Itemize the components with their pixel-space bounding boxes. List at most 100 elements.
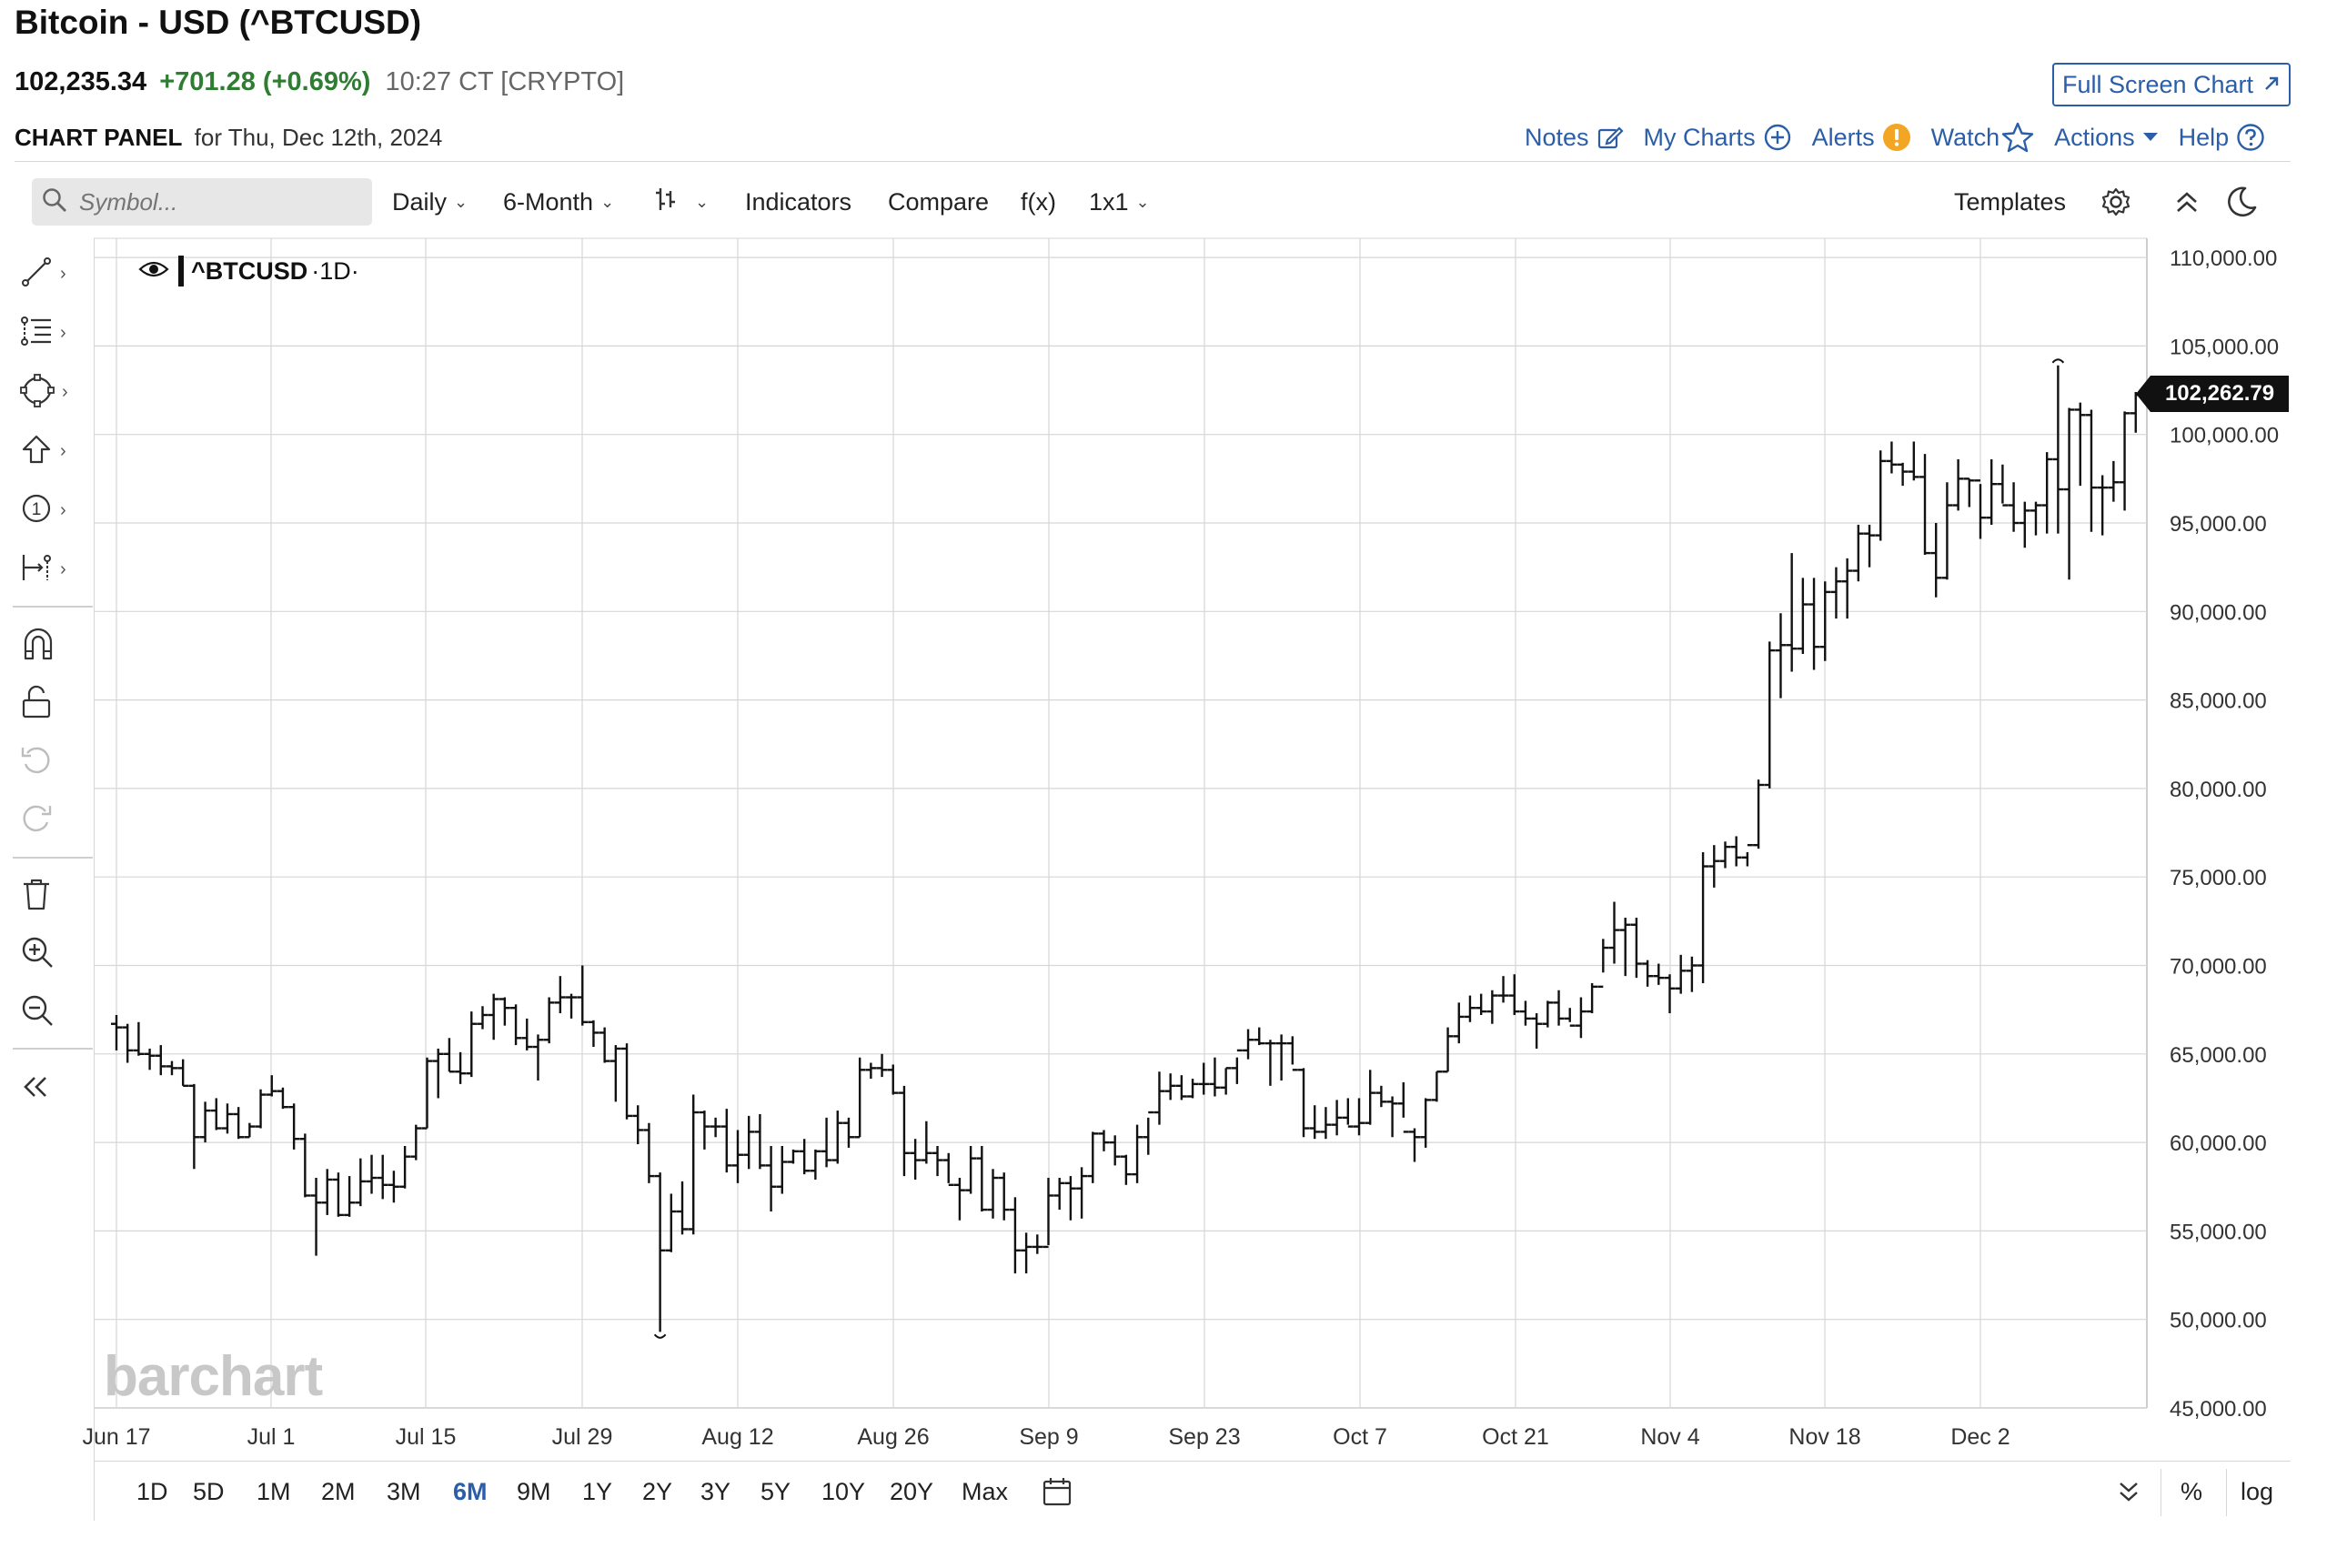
range-button-9m[interactable]: 9M — [517, 1462, 551, 1522]
ohlc-bar — [1175, 1075, 1187, 1101]
range-button-1m[interactable]: 1M — [257, 1462, 291, 1522]
ohlc-bar — [910, 1139, 922, 1180]
ohlc-bar — [1120, 1154, 1132, 1185]
ohlc-bar — [1375, 1085, 1387, 1108]
double-chevron-down-icon[interactable] — [2117, 1462, 2141, 1522]
ohlc-bar — [2074, 402, 2086, 487]
range-button-3m[interactable]: 3M — [387, 1462, 421, 1522]
ohlc-bar — [1542, 1000, 1554, 1028]
ohlc-bar — [221, 1103, 233, 1134]
range-button-10y[interactable]: 10Y — [821, 1462, 865, 1522]
ohlc-bar — [1009, 1197, 1021, 1274]
ohlc-bar — [233, 1107, 245, 1140]
ohlc-bar — [2019, 501, 2030, 548]
ohlc-bar — [277, 1087, 288, 1110]
ohlc-bar — [122, 1023, 134, 1063]
ohlc-bar — [1231, 1049, 1243, 1084]
legend-interval: ·1D· — [311, 256, 359, 285]
ohlc-bar — [577, 965, 589, 1026]
ohlc-bar — [1986, 458, 1998, 525]
ohlc-bar — [842, 1117, 854, 1148]
ohlc-bar — [1508, 974, 1520, 1015]
range-button-max[interactable]: Max — [962, 1462, 1008, 1522]
ohlc-bar — [1275, 1034, 1287, 1081]
range-divider — [2226, 1469, 2227, 1516]
ohlc-bar — [1320, 1107, 1332, 1140]
percent-toggle[interactable]: % — [2181, 1462, 2202, 1522]
ohlc-bar — [1653, 963, 1665, 985]
ohlc-bar — [1597, 939, 1609, 989]
ohlc-bar — [1309, 1105, 1321, 1140]
range-button-3y[interactable]: 3Y — [700, 1462, 730, 1522]
ohlc-bar — [1808, 578, 1820, 670]
ohlc-bar — [1619, 917, 1631, 977]
ohlc-bar — [1642, 960, 1654, 987]
ohlc-bar — [510, 1004, 522, 1046]
ohlc-bar — [1431, 1070, 1443, 1102]
x-tick-label: Nov 18 — [1788, 1424, 1860, 1450]
ohlc-bar — [1963, 477, 1975, 508]
ohlc-bar — [1864, 524, 1876, 568]
ohlc-bar — [2041, 452, 2053, 534]
range-button-1d[interactable]: 1D — [136, 1462, 168, 1522]
ohlc-bar — [998, 1172, 1010, 1221]
price-chart[interactable]: 110,000.00 105,000.00 100,000.00 95,000.00 9… — [0, 0, 2347, 1568]
ohlc-bar — [432, 1048, 444, 1099]
ohlc-bar — [1397, 1081, 1409, 1133]
ohlc-bar — [932, 1145, 943, 1177]
ohlc-bar — [1797, 578, 1808, 655]
ohlc-bar — [2085, 409, 2097, 532]
ohlc-bar — [1243, 1029, 1254, 1060]
ohlc-bar — [599, 1027, 610, 1063]
ohlc-bar — [799, 1139, 811, 1175]
ohlc-bar — [1064, 1176, 1076, 1221]
y-tick-label: 65,000.00 — [2170, 1043, 2267, 1068]
ohlc-bar — [210, 1098, 222, 1131]
ohlc-bar — [710, 1117, 721, 1138]
ohlc-bar — [1875, 450, 1887, 541]
ohlc-bar — [1952, 458, 1964, 511]
ohlc-bar — [898, 1085, 910, 1177]
ohlc-bar — [1675, 954, 1687, 994]
ohlc-bar — [1697, 851, 1709, 983]
ohlc-bar — [865, 1062, 877, 1080]
log-toggle[interactable]: log — [2241, 1462, 2273, 1522]
range-button-2m[interactable]: 2M — [321, 1462, 356, 1522]
ohlc-bar — [1564, 1008, 1576, 1027]
ohlc-bar — [188, 1083, 200, 1170]
ohlc-bar — [166, 1060, 177, 1076]
ohlc-bar — [199, 1101, 211, 1143]
ohlc-bar — [1930, 523, 1942, 598]
ohlc-bar — [1453, 1002, 1465, 1044]
y-tick-label: 50,000.00 — [2170, 1309, 2267, 1333]
ohlc-bar — [632, 1105, 644, 1145]
ohlc-bar — [1819, 581, 1831, 661]
range-button-6m[interactable]: 6M — [453, 1462, 488, 1522]
ohlc-bar — [1420, 1098, 1432, 1148]
ohlc-bar — [1032, 1234, 1043, 1254]
ohlc-bar — [654, 1172, 666, 1332]
chart-legend: ^BTCUSD ·1D· — [138, 256, 359, 286]
x-tick-label: Aug 26 — [857, 1424, 929, 1450]
ohlc-bar — [677, 1181, 689, 1235]
ohlc-bar — [1497, 976, 1509, 1003]
range-button-5d[interactable]: 5D — [193, 1462, 225, 1522]
y-tick-label: 70,000.00 — [2170, 955, 2267, 980]
ohlc-bar — [499, 997, 510, 1026]
ohlc-bar — [1841, 558, 1853, 619]
ohlc-bar — [643, 1122, 655, 1183]
y-tick-label: 80,000.00 — [2170, 778, 2267, 802]
range-button-1y[interactable]: 1Y — [582, 1462, 612, 1522]
ohlc-bar — [1109, 1135, 1121, 1166]
ohlc-bar — [299, 1133, 311, 1198]
eye-icon[interactable] — [138, 257, 169, 286]
range-button-5y[interactable]: 5Y — [761, 1462, 791, 1522]
ohlc-bar — [2108, 460, 2120, 502]
ohlc-bar — [787, 1149, 799, 1164]
ohlc-bar — [399, 1145, 411, 1189]
calendar-icon[interactable] — [1042, 1462, 1073, 1522]
ohlc-bar — [887, 1064, 899, 1095]
range-button-2y[interactable]: 2Y — [642, 1462, 672, 1522]
range-button-20y[interactable]: 20Y — [890, 1462, 933, 1522]
legend-symbol: ^BTCUSD — [191, 256, 308, 285]
